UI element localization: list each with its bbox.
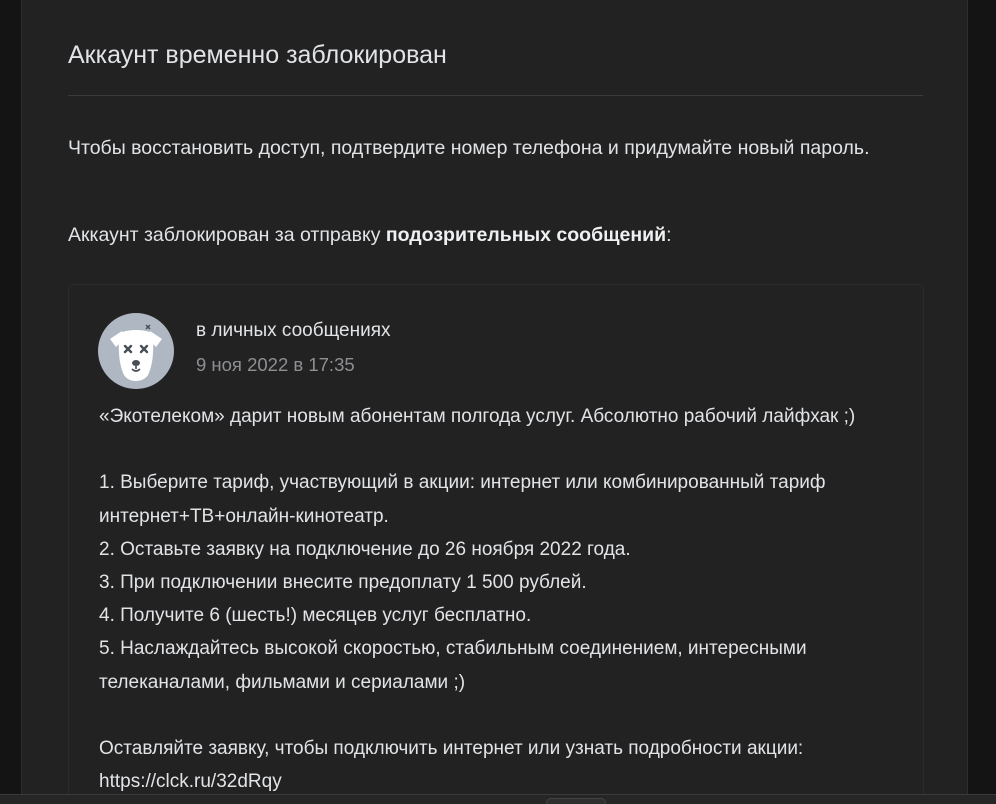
dog-face-icon (110, 324, 162, 381)
bottom-toolbar-handle[interactable] (546, 798, 606, 804)
block-reason-bold: подозрительных сообщений (385, 224, 667, 246)
message-line: «Экотелеком» дарит новым абонентам полго… (99, 406, 856, 427)
message-line (99, 699, 899, 732)
message-line: телеканалами, фильмами и сериалами ;) (99, 671, 466, 693)
title-divider (68, 95, 923, 96)
message-date: 9 ноя 2022 в 17:35 (196, 354, 355, 375)
block-reason: Аккаунт заблокирован за отправку подозри… (68, 219, 918, 252)
message-text: «Экотелеком» дарит новым абонентам полго… (99, 400, 899, 798)
block-reason-suffix: : (666, 224, 672, 246)
page-title: Аккаунт временно заблокирован (68, 41, 447, 69)
block-reason-prefix: Аккаунт заблокирован за отправку (68, 224, 386, 246)
message-line: 4. Получите 6 (шесть!) месяцев услуг бес… (99, 605, 532, 627)
message-line: 2. Оставьте заявку на подключение до 26 … (99, 538, 631, 560)
message-line: интернет+ТВ+онлайн-кинотеатр. (99, 505, 389, 527)
bottom-toolbar (0, 794, 996, 804)
page: Аккаунт временно заблокирован Чтобы восс… (0, 0, 996, 804)
deactivated-dog-avatar-icon (98, 313, 174, 389)
suspicious-message-card: в личных сообщениях 9 ноя 2022 в 17:35 «… (68, 284, 924, 804)
restore-instructions: Чтобы восстановить доступ, подтвердите н… (68, 137, 870, 159)
message-source-label: в личных сообщениях (196, 320, 391, 341)
message-line: Оставляйте заявку, чтобы подключить инте… (99, 738, 804, 759)
message-line (99, 433, 899, 466)
message-line: 1. Выберите тариф, участвующий в акции: … (99, 472, 826, 494)
message-line: 3. При подключении внесите предоплату 1 … (99, 572, 587, 593)
message-line: 5. Наслаждайтесь высокой скоростью, стаб… (99, 638, 807, 660)
blocked-account-card: Аккаунт временно заблокирован Чтобы восс… (21, 0, 968, 804)
